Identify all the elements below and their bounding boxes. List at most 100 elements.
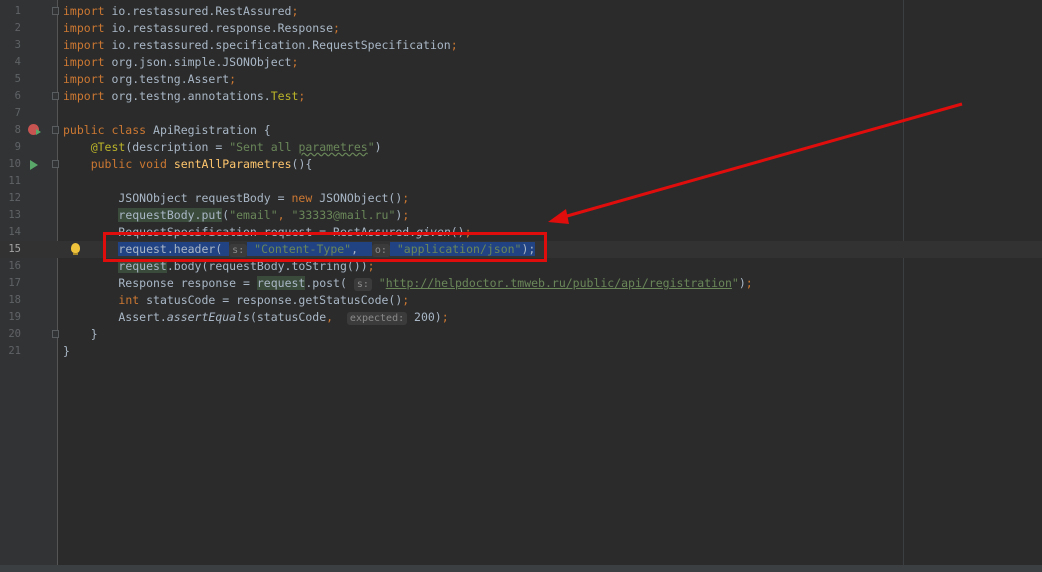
code-token: , xyxy=(277,208,292,222)
fold-marker-icon[interactable] xyxy=(52,92,59,100)
code-text[interactable]: @Test(description = "Sent all parametres… xyxy=(63,139,382,156)
code-line[interactable]: 1 import io.restassured.RestAssured; xyxy=(0,3,1042,20)
code-token: ; xyxy=(291,55,299,69)
code-token: new xyxy=(291,191,313,205)
fold-marker-icon[interactable] xyxy=(52,330,59,338)
code-line[interactable]: 8 public class ApiRegistration { xyxy=(0,122,1042,139)
line-number[interactable]: 19 xyxy=(0,309,21,326)
code-token: ) xyxy=(738,276,746,290)
code-line[interactable]: 7 xyxy=(0,105,1042,122)
code-line[interactable]: 19 Assert.assertEquals(statusCode, expec… xyxy=(0,309,1042,326)
line-number[interactable]: 17 xyxy=(0,275,21,292)
code-token: public class xyxy=(63,123,147,137)
code-line[interactable]: 5 import org.testng.Assert; xyxy=(0,71,1042,88)
code-token: Assert. xyxy=(63,310,167,324)
fold-marker-icon[interactable] xyxy=(52,7,59,15)
line-number[interactable]: 16 xyxy=(0,258,21,275)
code-token: import xyxy=(63,72,105,86)
code-token: (description = xyxy=(125,140,230,154)
code-text[interactable]: } xyxy=(63,326,98,343)
code-token: import xyxy=(63,4,105,18)
line-number[interactable]: 11 xyxy=(0,173,21,190)
code-line[interactable]: 18 int statusCode = response.getStatusCo… xyxy=(0,292,1042,309)
code-text[interactable]: public void sentAllParametres(){ xyxy=(63,156,313,173)
code-text[interactable]: import org.json.simple.JSONObject; xyxy=(63,54,298,71)
code-line[interactable]: 2 import io.restassured.response.Response… xyxy=(0,20,1042,37)
code-token: request xyxy=(256,276,306,290)
code-token: @Test xyxy=(90,140,126,154)
code-token: Response response = xyxy=(63,276,257,290)
code-line[interactable]: 12 JSONObject requestBody = new JSONObje… xyxy=(0,190,1042,207)
code-token: http://helpdoctor.tmweb.ru/public/api/re… xyxy=(385,276,732,290)
code-text[interactable]: Response response = request.post( s: "ht… xyxy=(63,275,753,292)
line-number[interactable]: 5 xyxy=(0,71,21,88)
code-token: requestBody.put xyxy=(118,208,223,222)
code-token: ; xyxy=(291,4,299,18)
code-editor[interactable]: 1 import io.restassured.RestAssured; 2 impo… xyxy=(0,0,1042,572)
line-number[interactable]: 8 xyxy=(0,122,21,139)
code-token: org.json.simple.JSONObject xyxy=(104,55,292,69)
code-line[interactable]: 13 requestBody.put("email", "33333@mail.… xyxy=(0,207,1042,224)
line-number[interactable]: 14 xyxy=(0,224,21,241)
code-text[interactable]: import org.testng.annotations.Test; xyxy=(63,88,305,105)
code-line[interactable]: 10 public void sentAllParametres(){ xyxy=(0,156,1042,173)
code-text[interactable]: public class ApiRegistration { xyxy=(63,122,271,139)
line-number[interactable]: 21 xyxy=(0,343,21,360)
line-number[interactable]: 9 xyxy=(0,139,21,156)
code-token: "Sent all xyxy=(229,140,299,154)
code-token: ) xyxy=(374,140,382,154)
code-text[interactable]: import io.restassured.specification.Requ… xyxy=(63,37,458,54)
code-token: io.restassured.specification.RequestSpec… xyxy=(104,38,451,52)
line-number[interactable]: 1 xyxy=(0,3,21,20)
code-line[interactable]: 4 import org.json.simple.JSONObject; xyxy=(0,54,1042,71)
horizontal-scrollbar[interactable] xyxy=(0,565,1042,572)
line-number[interactable]: 3 xyxy=(0,37,21,54)
code-token: ; xyxy=(402,293,410,307)
code-line[interactable]: 3 import io.restassured.specification.Req… xyxy=(0,37,1042,54)
parameter-hint: expected: xyxy=(346,312,408,325)
code-line[interactable]: 17 Response response = request.post( s: … xyxy=(0,275,1042,292)
code-token: import xyxy=(63,38,105,52)
code-line[interactable]: 6 import org.testng.annotations.Test; xyxy=(0,88,1042,105)
code-text[interactable]: import io.restassured.RestAssured; xyxy=(63,3,298,20)
code-token: ; xyxy=(450,38,458,52)
fold-marker-icon[interactable] xyxy=(52,126,59,134)
fold-marker-icon[interactable] xyxy=(52,160,59,168)
line-number[interactable]: 4 xyxy=(0,54,21,71)
line-number[interactable]: 6 xyxy=(0,88,21,105)
line-number[interactable]: 18 xyxy=(0,292,21,309)
parameter-hint: s: xyxy=(353,278,372,291)
line-number[interactable]: 15 xyxy=(0,241,21,258)
code-token: "33333@mail.ru" xyxy=(291,208,396,222)
line-number[interactable]: 10 xyxy=(0,156,21,173)
code-line[interactable]: 21} xyxy=(0,343,1042,360)
code-token: } xyxy=(63,327,98,341)
code-line[interactable]: 20 } xyxy=(0,326,1042,343)
code-token: ; xyxy=(745,276,753,290)
line-number[interactable]: 12 xyxy=(0,190,21,207)
code-token: import xyxy=(63,89,105,103)
code-token: org.testng.Assert xyxy=(104,72,230,86)
code-token: "email" xyxy=(229,208,278,222)
code-text[interactable]: Assert.assertEquals(statusCode, expected… xyxy=(63,309,449,326)
code-line[interactable]: 9 @Test(description = "Sent all parametr… xyxy=(0,139,1042,156)
code-text[interactable]: requestBody.put("email", "33333@mail.ru"… xyxy=(63,207,409,224)
code-text[interactable]: } xyxy=(63,343,70,360)
line-number[interactable]: 13 xyxy=(0,207,21,224)
code-text[interactable]: import io.restassured.response.Response; xyxy=(63,20,340,37)
code-text[interactable]: JSONObject requestBody = new JSONObject(… xyxy=(63,190,409,207)
code-token: " xyxy=(378,276,386,290)
code-text[interactable]: import org.testng.Assert; xyxy=(63,71,236,88)
line-number[interactable]: 20 xyxy=(0,326,21,343)
code-text[interactable]: int statusCode = response.getStatusCode(… xyxy=(63,292,409,309)
line-number[interactable]: 7 xyxy=(0,105,21,122)
code-line[interactable]: 11 xyxy=(0,173,1042,190)
code-token: .post( xyxy=(305,276,354,290)
run-method-icon[interactable] xyxy=(30,160,38,170)
line-number[interactable]: 2 xyxy=(0,20,21,37)
code-token: import xyxy=(63,55,105,69)
run-class-icon[interactable] xyxy=(28,124,41,135)
